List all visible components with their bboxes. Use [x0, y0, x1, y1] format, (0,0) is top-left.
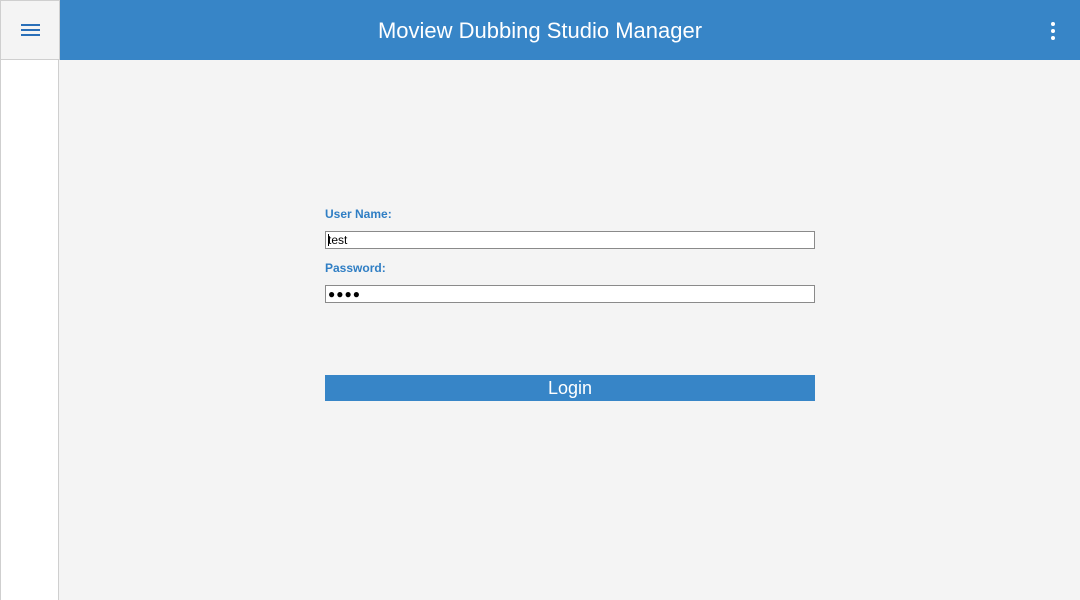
password-input[interactable]: ●●●● — [325, 285, 815, 303]
app-title: Moview Dubbing Studio Manager — [377, 18, 703, 43]
main-content: User Name: test Password: ●●●● Login — [60, 60, 1080, 600]
hamburger-icon — [20, 23, 40, 37]
app-window: Moview Dubbing Studio Manager User Name:… — [0, 0, 1080, 600]
username-value: test — [328, 233, 348, 247]
login-button[interactable]: Login — [325, 375, 815, 401]
title-bar: Moview Dubbing Studio Manager — [0, 0, 1080, 60]
more-options-button[interactable] — [1040, 20, 1066, 42]
menu-toggle-button[interactable] — [0, 0, 60, 60]
username-label: User Name: — [325, 207, 392, 221]
username-input[interactable]: test — [325, 231, 815, 249]
more-dot — [1051, 29, 1055, 33]
navigation-pane — [0, 60, 59, 600]
password-label: Password: — [325, 261, 386, 275]
password-value: ●●●● — [328, 287, 361, 301]
more-vertical-icon — [1051, 22, 1055, 26]
more-dot — [1051, 36, 1055, 40]
